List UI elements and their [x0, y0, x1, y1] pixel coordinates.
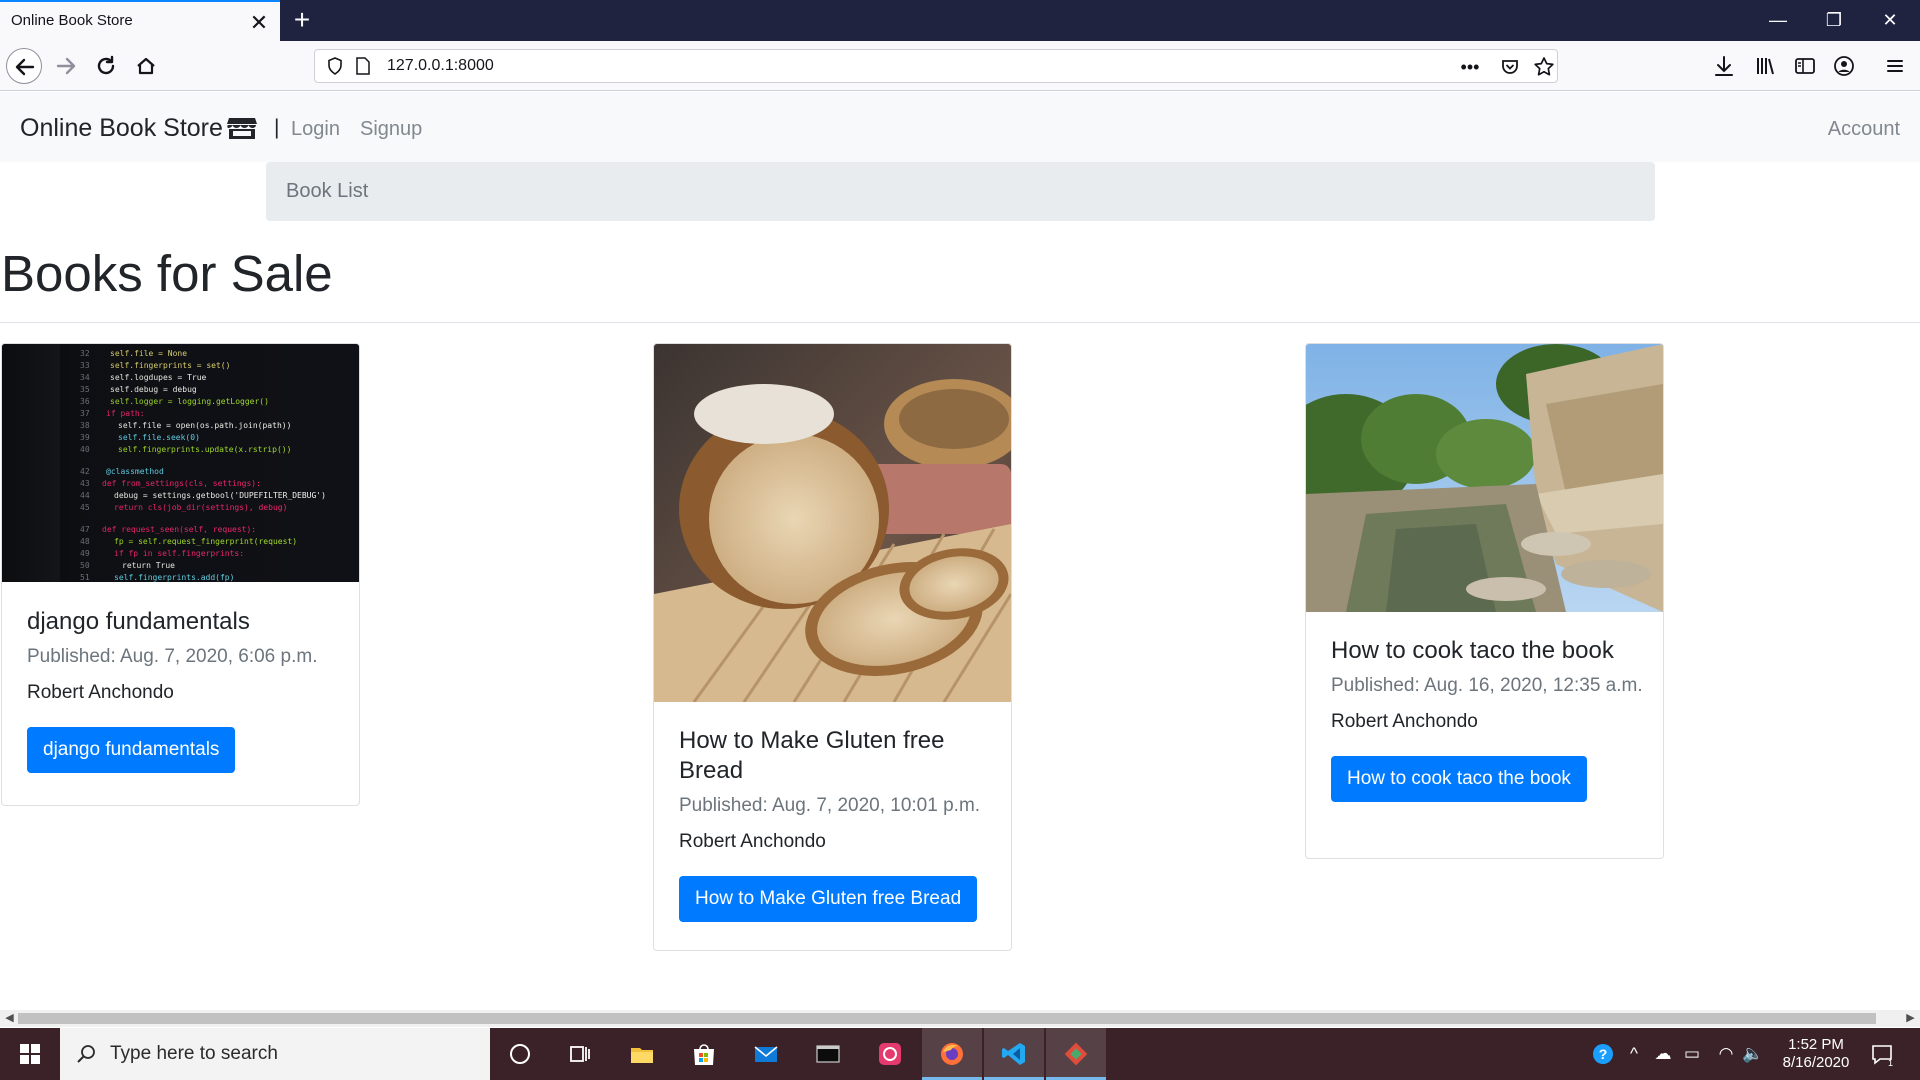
site-navbar: Online Book Store | Login Signup Account [0, 92, 1920, 162]
help-icon[interactable]: ? [1588, 1042, 1618, 1066]
close-window-icon[interactable]: ✕ [1862, 0, 1918, 41]
horizontal-scrollbar[interactable]: ◀ ▶ [0, 1010, 1920, 1027]
battery-icon[interactable]: ▭ [1681, 1042, 1703, 1066]
vscode-icon[interactable] [984, 1028, 1044, 1080]
back-icon[interactable] [6, 48, 42, 84]
book-link-button[interactable]: django fundamentals [27, 727, 236, 773]
breadcrumb: Book List [266, 162, 1655, 221]
menu-icon[interactable] [1880, 51, 1910, 81]
store-icon [227, 118, 257, 139]
book-cover-bread-image [654, 344, 1011, 702]
restore-window-icon[interactable]: ❐ [1806, 0, 1862, 41]
book-published-date: Published: Aug. 16, 2020, 12:35 a.m. [1331, 675, 1643, 696]
signup-link[interactable]: Signup [360, 118, 422, 141]
address-bar[interactable]: 127.0.0.1:8000 ••• [314, 49, 1558, 83]
browser-tab-bar: Online Book Store ✕ + — ❐ ✕ [0, 0, 1920, 41]
taskbar-search[interactable]: Type here to search [60, 1028, 490, 1080]
book-link-button[interactable]: How to Make Gluten free Bread [679, 876, 978, 922]
terminal-icon[interactable] [798, 1028, 858, 1080]
cortana-icon[interactable] [490, 1028, 550, 1080]
git-client-icon[interactable] [1046, 1028, 1106, 1080]
tab-title: Online Book Store [11, 12, 133, 29]
search-placeholder: Type here to search [110, 1043, 278, 1064]
wifi-icon[interactable]: ◠ [1715, 1042, 1737, 1066]
search-icon [77, 1045, 95, 1063]
pocket-icon[interactable] [1497, 54, 1523, 80]
book-card: 32self.file = None 33self.fingerprints =… [1, 343, 360, 806]
book-cover-code-image: 32self.file = None 33self.fingerprints =… [2, 344, 359, 582]
mail-icon[interactable] [736, 1028, 796, 1080]
windows-taskbar: Type here to search ? ^ ☁ ▭ ◠ 🔈 1:52 PM … [0, 1028, 1920, 1080]
file-explorer-icon[interactable] [612, 1028, 672, 1080]
book-title: How to cook taco the book [1331, 637, 1614, 664]
home-icon[interactable] [128, 48, 164, 84]
downloads-icon[interactable] [1709, 51, 1739, 81]
browser-toolbar: 127.0.0.1:8000 ••• [0, 41, 1920, 91]
book-author: Robert Anchondo [1331, 711, 1478, 732]
creative-cloud-icon[interactable] [860, 1028, 920, 1080]
site-brand[interactable]: Online Book Store [20, 114, 223, 143]
task-view-icon[interactable] [550, 1028, 610, 1080]
windows-start-icon[interactable] [0, 1028, 60, 1080]
page-viewport: Online Book Store | Login Signup Account… [0, 92, 1920, 1009]
forward-icon[interactable] [48, 48, 84, 84]
sidebar-icon[interactable] [1790, 51, 1820, 81]
minimize-window-icon[interactable]: — [1750, 0, 1806, 41]
clock-time: 1:52 PM [1788, 1036, 1844, 1053]
svg-text:?: ? [1599, 1046, 1608, 1062]
card-body: django fundamentals Published: Aug. 7, 2… [27, 607, 339, 773]
svg-text:1: 1 [1888, 1058, 1893, 1068]
book-published-date: Published: Aug. 7, 2020, 10:01 p.m. [679, 795, 981, 816]
new-tab-icon[interactable]: + [287, 5, 317, 35]
microsoft-store-icon[interactable] [674, 1028, 734, 1080]
close-tab-icon[interactable]: ✕ [246, 10, 272, 36]
scroll-right-icon[interactable]: ▶ [1902, 1010, 1919, 1027]
card-body: How to cook taco the book Published: Aug… [1331, 636, 1643, 802]
reload-icon[interactable] [88, 48, 124, 84]
book-card: How to cook taco the book Published: Aug… [1305, 343, 1664, 859]
book-author: Robert Anchondo [27, 682, 174, 703]
bookmark-star-icon[interactable] [1531, 54, 1557, 80]
page-actions-icon[interactable]: ••• [1457, 54, 1483, 80]
book-title: django fundamentals [27, 608, 250, 635]
volume-icon[interactable]: 🔈 [1742, 1042, 1764, 1066]
book-link-button[interactable]: How to cook taco the book [1331, 756, 1587, 802]
book-published-date: Published: Aug. 7, 2020, 6:06 p.m. [27, 646, 318, 667]
login-link[interactable]: Login [291, 118, 340, 141]
url-text[interactable]: 127.0.0.1:8000 [387, 57, 494, 75]
breadcrumb-item-book-list: Book List [286, 180, 369, 202]
book-author: Robert Anchondo [679, 831, 826, 852]
nav-separator: | [274, 116, 280, 139]
onedrive-icon[interactable]: ☁ [1652, 1042, 1674, 1066]
browser-tab-active[interactable]: Online Book Store ✕ [0, 0, 280, 41]
scroll-left-icon[interactable]: ◀ [1, 1010, 18, 1027]
account-icon[interactable] [1829, 51, 1859, 81]
action-center-icon[interactable]: 1 [1868, 1040, 1896, 1068]
taskbar-clock[interactable]: 1:52 PM 8/16/2020 [1776, 1036, 1856, 1072]
scrollbar-thumb[interactable] [18, 1013, 1876, 1024]
book-title: How to Make Gluten free Bread [679, 727, 945, 784]
tracking-shield-icon[interactable] [325, 56, 345, 76]
page-title: Books for Sale [1, 245, 333, 302]
account-link[interactable]: Account [1828, 118, 1900, 141]
title-divider [0, 322, 1920, 323]
library-icon[interactable] [1750, 51, 1780, 81]
page-info-icon[interactable] [355, 56, 371, 76]
book-card: How to Make Gluten free Bread Published:… [653, 343, 1012, 951]
show-hidden-icons-icon[interactable]: ^ [1623, 1042, 1645, 1066]
clock-date: 8/16/2020 [1782, 1054, 1850, 1071]
book-cover-creek-image [1306, 344, 1663, 612]
card-body: How to Make Gluten free Bread Published:… [679, 726, 991, 922]
firefox-icon[interactable] [922, 1028, 982, 1080]
